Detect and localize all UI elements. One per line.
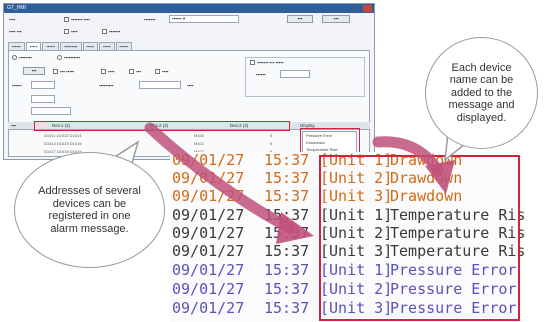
checkbox[interactable] xyxy=(250,60,255,66)
dropdown-field[interactable]: ▪▪▪▪▪▪ ▾ xyxy=(169,15,239,23)
option-checkbox-2[interactable]: ▪▪▪▪ xyxy=(64,29,77,35)
callout-left-text: Addresses of several devices can be regi… xyxy=(38,185,141,235)
form-label-5: ▪▪▪▪▪▪▪▪▪ xyxy=(99,83,114,88)
checkbox[interactable] xyxy=(64,17,69,23)
numeric-field-1[interactable] xyxy=(31,81,55,89)
group-input[interactable] xyxy=(280,70,310,78)
cell-value: 0 xyxy=(270,141,273,146)
callout-right: Each device name can be added to the mes… xyxy=(425,37,538,149)
checkbox[interactable] xyxy=(129,69,134,75)
alarm-date: 09/01/27 xyxy=(172,169,245,187)
alarm-settings-window: GT_HMI ▪▪▪▪ ▪▪▪▪▪▪▪ ▪▪▪▪ ▪▪▪▪▪▪▪ ▪▪▪▪▪▪ … xyxy=(3,3,375,160)
unit-message-highlight xyxy=(319,155,520,321)
option-checkbox-1[interactable]: ▪▪▪▪▪▪▪ ▪▪▪▪ xyxy=(64,17,90,23)
radio[interactable] xyxy=(12,55,17,61)
radio-option-1[interactable]: ▪▪▪▪▪▪▪▪ xyxy=(12,55,32,61)
checkbox[interactable] xyxy=(155,69,160,75)
alarm-time: 15:37 xyxy=(264,206,310,224)
alarm-date: 09/01/27 xyxy=(172,242,245,260)
tab-3[interactable]: ▪▪▪▪▪▪ xyxy=(42,42,60,50)
checkbox[interactable] xyxy=(102,29,107,35)
checkbox[interactable] xyxy=(53,69,58,75)
tab-7[interactable]: ▪▪▪▪▪▪ xyxy=(115,42,133,50)
cell-bit: M101 xyxy=(194,141,205,146)
numeric-field-2[interactable] xyxy=(139,81,181,89)
form-label-1: ▪▪▪▪ xyxy=(9,17,16,22)
cell-value: 0 xyxy=(270,133,273,138)
tab-1[interactable]: ▪▪▪▪▪▪ xyxy=(8,42,25,50)
alarm-time: 15:37 xyxy=(264,152,310,169)
cell-devices: D1014 D1015 D1016 xyxy=(44,141,82,146)
radio-option-2[interactable]: ▪▪▪▪▪▪▪▪▪▪ xyxy=(57,55,80,61)
text-field[interactable] xyxy=(31,107,71,115)
option-checkbox-3[interactable]: ▪▪▪▪▪▪▪ xyxy=(102,29,120,35)
chevron-down-icon: ▾ xyxy=(182,16,186,21)
window-title: GT_HMI xyxy=(7,5,26,11)
pane-button-1[interactable]: ▪▪▪ xyxy=(23,67,45,75)
alarm-date: 09/01/27 xyxy=(172,206,245,224)
option-checkbox-4[interactable]: ▪▪▪ ▪▪▪▪▪ xyxy=(53,69,74,75)
dialog-button-1[interactable]: ▪▪▪ xyxy=(287,15,313,23)
alarm-time: 15:37 xyxy=(264,299,310,317)
cell-devices: D1011 D1012 D1013 xyxy=(44,133,82,138)
alarm-date: 09/01/27 xyxy=(172,261,245,279)
tab-6[interactable]: ▪▪▪▪▪ xyxy=(99,42,115,50)
radio[interactable] xyxy=(57,55,62,61)
group-label: ▪▪▪▪▪▪ xyxy=(256,72,266,77)
tab-2[interactable]: ▪▪▪▪▪ xyxy=(25,42,42,50)
alarm-time: 15:37 xyxy=(264,261,310,279)
alarm-date: 09/01/27 xyxy=(172,280,245,298)
alarm-date: 09/01/27 xyxy=(172,187,245,205)
form-label-3: ▪▪▪▪ ▪▪▪ xyxy=(9,29,22,34)
alarm-date: 09/01/27 xyxy=(172,299,245,317)
alarm-date: 09/01/27 xyxy=(172,152,245,169)
checkbox[interactable] xyxy=(64,29,69,35)
alarm-time: 15:37 xyxy=(264,187,310,205)
options-group: ▪▪▪▪▪▪▪ ▪▪▪ ▪▪▪▪▪ ▪▪▪▪▪▪ xyxy=(245,57,365,97)
column-header-no: ▪▪▪ xyxy=(11,123,16,128)
settings-tabs: ▪▪▪▪▪▪ ▪▪▪▪▪ ▪▪▪▪▪▪ ▪▪▪▪▪▪▪▪▪ ▪▪▪▪▪ ▪▪▪▪… xyxy=(8,42,133,50)
form-label-2: ▪▪▪▪▪▪▪ xyxy=(144,17,156,22)
alarm-date: 09/01/27 xyxy=(172,224,245,242)
tab-5[interactable]: ▪▪▪▪▪ xyxy=(82,42,99,50)
checkbox[interactable] xyxy=(101,69,106,75)
callout-right-text: Each device name can be added to the mes… xyxy=(448,61,515,124)
numeric-field-3[interactable] xyxy=(31,95,55,103)
form-label-6: ▪▪▪▪ xyxy=(187,83,194,88)
cell-bit: M100 xyxy=(194,133,205,138)
device-header-highlight xyxy=(34,121,290,131)
option-checkbox-8[interactable]: ▪▪▪▪▪▪▪ ▪▪▪ ▪▪▪▪▪ xyxy=(250,60,283,66)
alarm-time: 15:37 xyxy=(264,169,310,187)
alarm-time: 15:37 xyxy=(264,280,310,298)
dialog-button-2[interactable]: ▪▪▪ xyxy=(322,15,350,23)
callout-left: Addresses of several devices can be regi… xyxy=(14,152,165,268)
close-icon[interactable] xyxy=(363,5,372,12)
tab-4[interactable]: ▪▪▪▪▪▪▪▪▪ xyxy=(60,42,82,50)
option-checkbox-5[interactable]: ▪▪▪▪ xyxy=(101,69,114,75)
option-checkbox-7[interactable]: ▪▪▪▪ xyxy=(155,69,168,75)
window-titlebar: GT_HMI xyxy=(4,4,374,13)
form-label-4: ▪▪▪▪▪▪ xyxy=(12,83,22,88)
alarm-time: 15:37 xyxy=(264,242,310,260)
option-checkbox-6[interactable]: ▪▪▪ xyxy=(129,69,141,75)
alarm-time: 15:37 xyxy=(264,224,310,242)
